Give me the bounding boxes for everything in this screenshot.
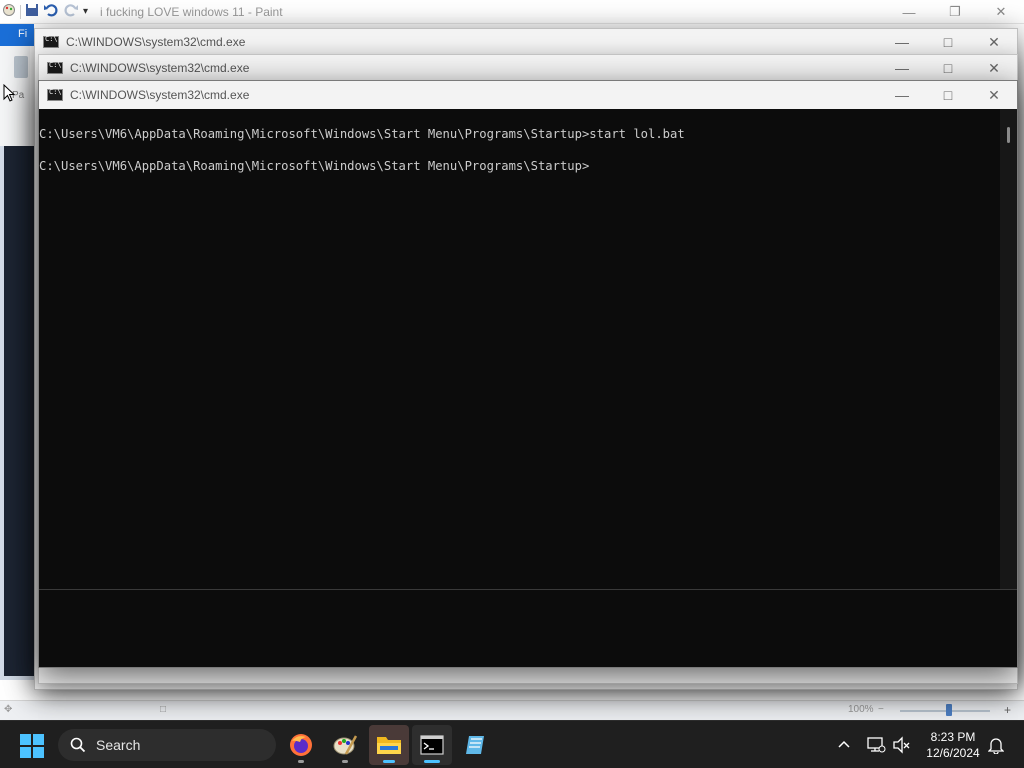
close-button[interactable]: ✕ [971,81,1017,109]
taskbar-app-firefox[interactable] [281,725,321,765]
taskbar-app-command-prompt[interactable] [412,725,452,765]
windows-logo-icon [20,734,31,745]
running-indicator [298,760,304,763]
cmd-title-bar[interactable]: C:\WINDOWS\system32\cmd.exe — □ ✕ [39,55,1017,81]
search-label: Search [96,737,141,753]
close-button[interactable]: ✕ [971,55,1017,81]
cmd-icon [47,88,63,101]
network-status-button[interactable] [866,721,886,768]
cmd-window-controls: — □ ✕ [879,29,1017,55]
cmd-window-title: C:\WINDOWS\system32\cmd.exe [66,35,246,49]
cmd-title-bar[interactable]: C:\WINDOWS\system32\cmd.exe — □ ✕ [39,81,1017,109]
minimize-button[interactable]: — [879,29,925,55]
cmd-window-title: C:\WINDOWS\system32\cmd.exe [70,88,250,102]
console-line: C:\Users\VM6\AppData\Roaming\Microsoft\W… [39,127,685,141]
clock-time: 8:23 PM [930,730,976,744]
cmd-window-title: C:\WINDOWS\system32\cmd.exe [70,61,250,75]
customize-toolbar-icon[interactable]: ▾ [83,6,88,17]
paint-file-tab[interactable]: Fi [0,24,34,46]
paint-restore-button[interactable]: ❐ [932,0,978,24]
zoom-level: 100% [848,704,874,715]
taskbar-search-box[interactable]: Search [58,729,276,761]
maximize-button[interactable]: □ [925,29,971,55]
paint-window-controls: — ❐ ✕ [886,0,1024,24]
cmd-title-bar[interactable]: C:\WINDOWS\system32\cmd.exe — □ ✕ [35,29,1017,55]
notepad-icon [466,736,484,754]
running-indicator [342,760,348,763]
selection-size-icon: □ [160,704,167,715]
move-icon: ✥ [4,704,13,715]
taskbar-app-paint[interactable] [325,725,365,765]
cmd-window-front[interactable]: C:\WINDOWS\system32\cmd.exe — □ ✕ C:\Use… [38,80,1018,668]
save-icon[interactable] [25,3,39,20]
file-explorer-icon [377,737,401,754]
chevron-up-icon [838,740,850,748]
taskbar-app-file-explorer[interactable] [369,725,409,765]
notifications-button[interactable] [988,721,1004,768]
paint-close-button[interactable]: ✕ [978,0,1024,24]
console-output[interactable]: C:\Users\VM6\AppData\Roaming\Microsoft\W… [39,109,1002,589]
taskbar-clock[interactable]: 8:23 PM 12/6/2024 [920,729,986,761]
search-icon [70,737,86,753]
zoom-slider-thumb[interactable] [946,704,952,716]
paint-app-icon[interactable] [2,3,16,20]
zoom-minus-icon[interactable]: − [878,704,884,715]
firefox-icon [290,734,312,756]
close-button[interactable]: ✕ [971,29,1017,55]
console-prompt-line[interactable]: C:\Users\VM6\AppData\Roaming\Microsoft\W… [39,159,1002,191]
volume-muted-icon [893,736,910,754]
cmd-icon [43,35,59,48]
cmd-window-controls: — □ ✕ [879,55,1017,81]
volume-button[interactable] [892,721,912,768]
cmd-icon [47,61,63,74]
show-hidden-icons-button[interactable] [836,721,852,768]
running-indicator [424,760,440,763]
paint-canvas[interactable] [4,146,38,676]
taskbar: Search 8:23 PM 12/6/2024 [0,720,1024,768]
running-indicator [383,760,395,763]
zoom-slider-track[interactable] [900,710,990,712]
paint-quick-access-toolbar: ▾ [2,3,88,20]
qa-divider [20,4,21,19]
start-button[interactable] [20,734,44,758]
paste-icon[interactable] [14,56,28,78]
console-scrollbar[interactable] [1000,109,1017,589]
bell-icon [988,738,1004,754]
paint-status-bar: ✥ □ − 100% + [0,700,1024,720]
command-prompt-icon [420,735,444,755]
paint-window-title: i fucking LOVE windows 11 - Paint [100,4,283,19]
minimize-button[interactable]: — [879,81,925,109]
paint-minimize-button[interactable]: — [886,0,932,24]
zoom-plus-icon[interactable]: + [1004,703,1011,717]
scrollbar-thumb[interactable] [1007,127,1010,143]
console-lower-area [39,589,1017,667]
network-disconnected-icon [867,737,886,753]
taskbar-app-notepad[interactable] [456,725,496,765]
paint-title-bar: ▾ i fucking LOVE windows 11 - Paint — ❐ … [0,0,1024,24]
maximize-button[interactable]: □ [925,55,971,81]
maximize-button[interactable]: □ [925,81,971,109]
clock-date: 12/6/2024 [926,746,980,760]
paint-icon [333,735,358,755]
undo-icon[interactable] [43,3,59,20]
minimize-button[interactable]: — [879,55,925,81]
cmd-window-controls: — □ ✕ [879,81,1017,107]
mouse-cursor-icon [3,84,15,102]
redo-icon[interactable] [63,3,79,20]
